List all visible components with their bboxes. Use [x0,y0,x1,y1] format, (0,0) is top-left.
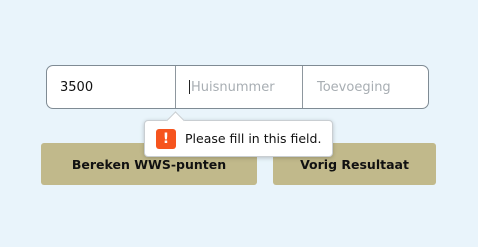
toevoeging-input[interactable]: Toevoeging [302,66,428,108]
validation-tooltip: ! Please fill in this field. [144,111,333,157]
tooltip-arrow [166,111,185,130]
warning-icon: ! [156,128,176,149]
huisnummer-input[interactable]: Huisnummer [175,66,302,108]
tooltip-message: Please fill in this field. [185,131,322,146]
address-input-group: 3500 Huisnummer Toevoeging [46,65,429,109]
postcode-value: 3500 [60,79,94,95]
text-caret [189,80,190,94]
huisnummer-placeholder: Huisnummer [191,79,275,95]
postcode-input[interactable]: 3500 [47,66,175,108]
toevoeging-placeholder: Toevoeging [317,79,391,95]
